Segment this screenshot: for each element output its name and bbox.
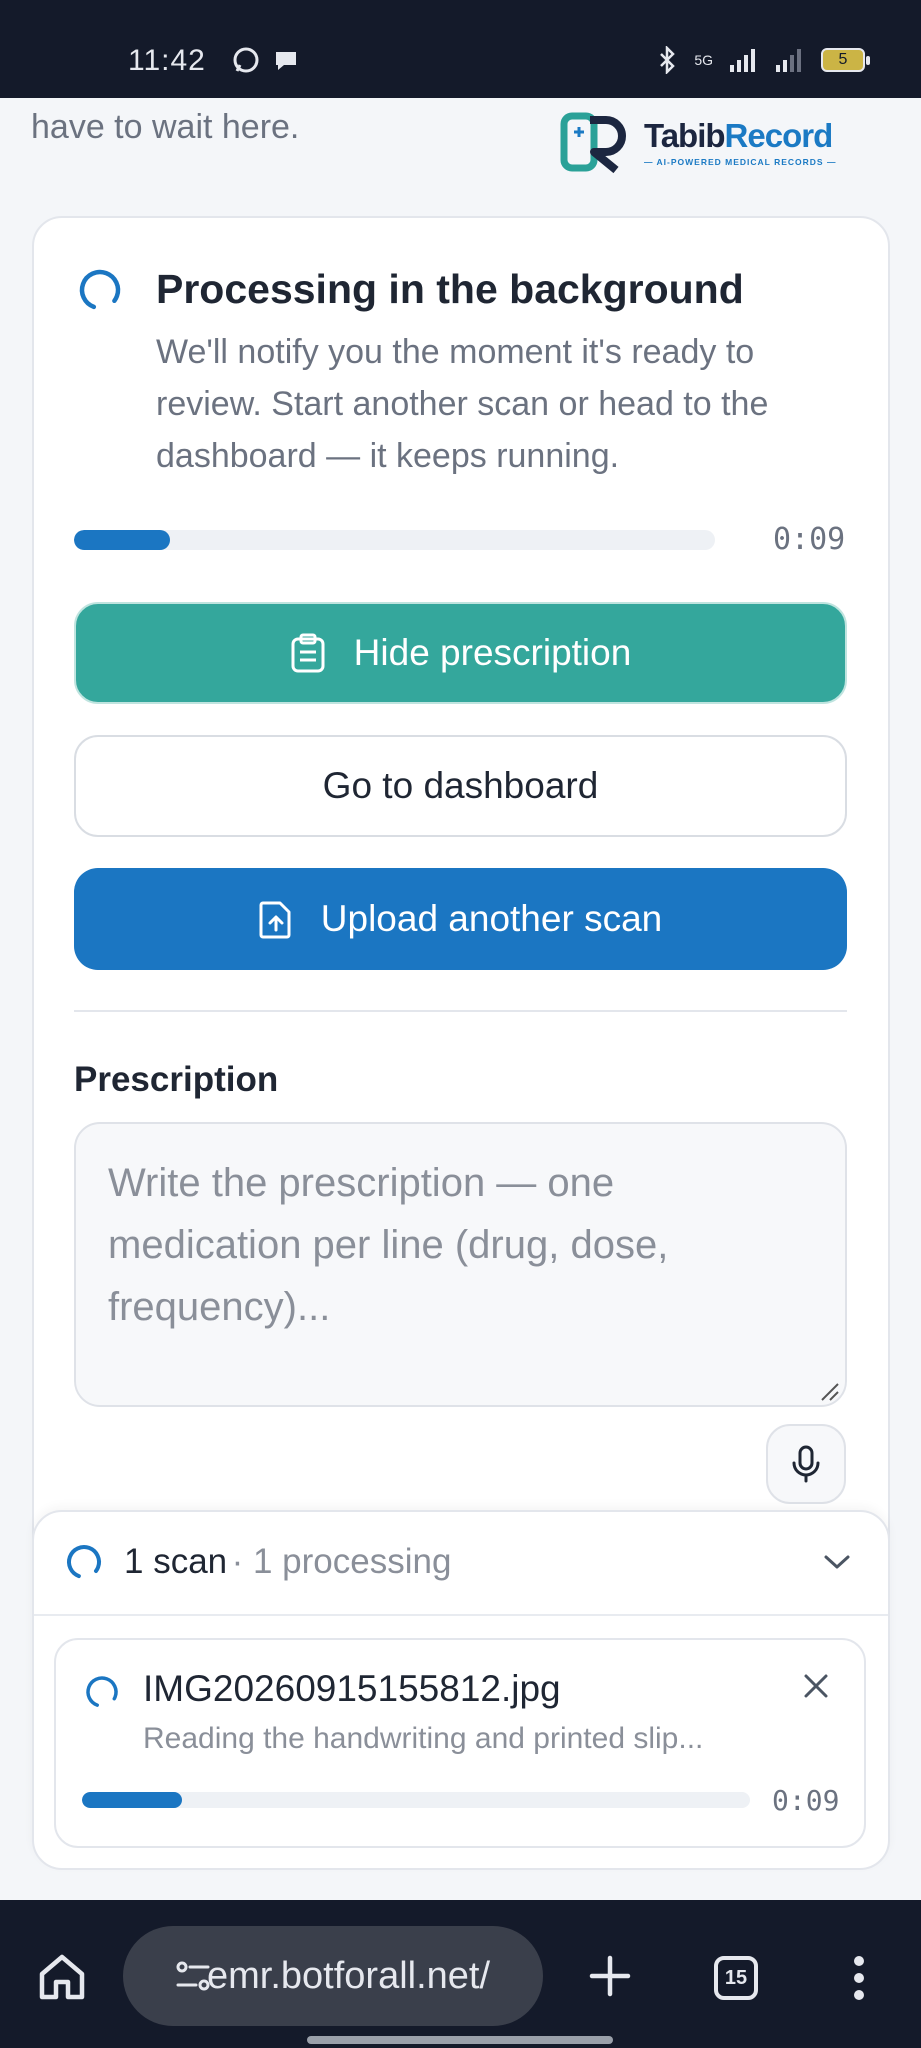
battery-icon: 5 <box>821 48 870 72</box>
scan-processing-count: · 1 processing <box>231 1542 452 1581</box>
go-to-dashboard-button[interactable]: Go to dashboard <box>74 735 847 837</box>
chevron-down-icon[interactable] <box>822 1550 852 1574</box>
chat-icon <box>276 52 296 70</box>
prescription-label: Prescription <box>74 1060 279 1099</box>
scan-queue-header[interactable]: 1 scan · 1 processing <box>64 1542 451 1582</box>
site-settings-icon <box>176 1961 210 1991</box>
scan-progress-bar <box>82 1792 750 1808</box>
panel-divider <box>34 1614 888 1616</box>
upload-another-scan-button[interactable]: Upload another scan <box>74 868 847 970</box>
loading-spinner-icon <box>67 1545 101 1579</box>
address-bar[interactable]: emr.botforall.net/ <box>123 1926 543 2026</box>
hide-prescription-button[interactable]: Hide prescription <box>74 602 847 704</box>
notification-icons <box>232 46 300 74</box>
address-bar-url: emr.botforall.net/ <box>207 1954 491 1997</box>
microphone-icon <box>792 1445 820 1483</box>
tab-switcher-button[interactable]: 15 <box>714 1956 758 2000</box>
logo-name-part1: Tabib <box>644 117 726 154</box>
bluetooth-icon <box>660 46 676 74</box>
scan-status-text: Reading the handwriting and printed slip… <box>143 1722 704 1755</box>
processing-title: Processing in the background <box>156 266 744 312</box>
loading-spinner-icon <box>86 1676 118 1708</box>
status-time: 11:42 <box>128 44 206 77</box>
home-icon[interactable] <box>36 1952 88 2002</box>
section-divider <box>74 1010 847 1012</box>
new-tab-icon[interactable] <box>588 1954 632 1998</box>
scan-count: 1 scan <box>124 1542 228 1581</box>
logo-tagline: — AI-POWERED MEDICAL RECORDS — <box>644 157 837 167</box>
status-bar: 11:42 5G 5 <box>0 0 921 98</box>
voice-input-button[interactable] <box>766 1424 846 1504</box>
scan-filename: IMG20260915155812.jpg <box>143 1668 561 1709</box>
close-icon[interactable] <box>800 1670 832 1702</box>
signal-2-icon <box>776 49 801 72</box>
processing-progress-bar <box>74 530 715 550</box>
signal-icon <box>730 49 755 72</box>
whatsapp-icon <box>233 47 259 73</box>
resize-handle-icon[interactable] <box>818 1380 840 1402</box>
logo-name-part2: Record <box>724 117 834 154</box>
logo-mark-icon <box>560 112 626 174</box>
prescription-textarea[interactable] <box>74 1122 847 1407</box>
more-options-icon[interactable] <box>852 1956 866 2000</box>
previous-text: have to wait here. <box>31 108 300 146</box>
loading-spinner-icon <box>79 269 121 311</box>
upload-another-scan-label: Upload another scan <box>320 898 663 939</box>
clipboard-icon <box>291 633 325 673</box>
status-right: 5G 5 <box>656 46 870 74</box>
go-to-dashboard-label: Go to dashboard <box>322 765 599 806</box>
processing-timer: 0:09 <box>773 522 846 557</box>
tabib-record-logo: TabibRecord — AI-POWERED MEDICAL RECORDS… <box>560 110 836 174</box>
scan-timer: 0:09 <box>772 1784 840 1817</box>
scan-progress-fill <box>82 1792 183 1808</box>
processing-description: We'll notify you the moment it's ready t… <box>156 333 769 475</box>
hide-prescription-label: Hide prescription <box>353 632 632 673</box>
network-label: 5G <box>694 52 713 68</box>
processing-progress-fill <box>74 530 171 550</box>
gesture-bar[interactable] <box>307 2036 613 2044</box>
file-upload-icon <box>259 901 291 939</box>
